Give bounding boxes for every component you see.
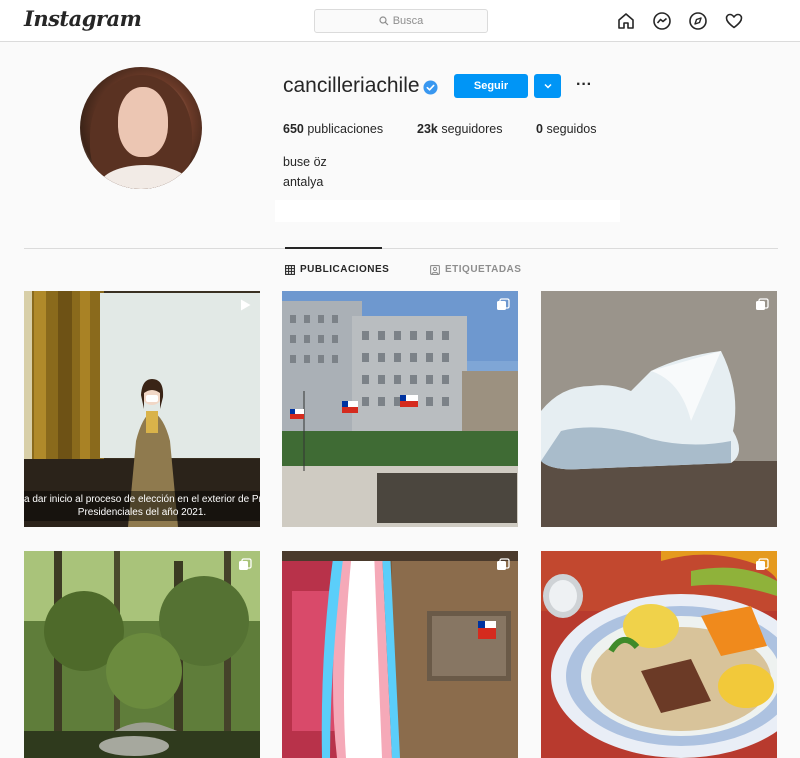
instagram-logo[interactable]: Instagram <box>24 6 142 31</box>
tab-publicaciones[interactable]: PUBLICACIONES <box>285 264 389 275</box>
carousel-icon <box>497 558 510 570</box>
verified-badge-icon <box>423 80 438 95</box>
post-image <box>24 551 260 758</box>
suggested-accounts-button[interactable] <box>534 74 561 98</box>
posts-label: publicaciones <box>307 122 384 136</box>
tab-label: ETIQUETADAS <box>445 264 522 275</box>
followers-stat[interactable]: 23k seguidores <box>417 122 536 136</box>
followers-label: seguidores <box>441 122 503 136</box>
home-icon[interactable] <box>616 11 636 31</box>
post-image <box>282 291 518 527</box>
grid-icon <box>285 264 295 275</box>
redacted-bio-line <box>275 200 620 222</box>
search-icon <box>379 16 389 26</box>
followers-count: 23k <box>417 122 438 136</box>
video-icon <box>241 299 251 311</box>
tabs-divider <box>24 248 778 249</box>
tab-label: PUBLICACIONES <box>300 264 390 275</box>
profile-stats: 650 publicaciones 23k seguidores 0 segui… <box>283 122 596 136</box>
search-placeholder: Busca <box>392 15 424 27</box>
chevron-down-icon <box>543 83 552 89</box>
caption-line: Presidenciales del año 2021. <box>77 507 207 518</box>
post-image <box>541 291 777 527</box>
active-tab-indicator <box>285 247 382 249</box>
tagged-icon <box>430 264 440 275</box>
post-tile[interactable] <box>282 551 518 758</box>
post-caption: a dar inicio al proceso de elección en e… <box>24 491 260 521</box>
following-label: seguidos <box>546 122 597 136</box>
post-tile[interactable]: a dar inicio al proceso de elección en e… <box>24 291 260 527</box>
carousel-icon <box>497 298 510 310</box>
post-tile[interactable] <box>24 551 260 758</box>
follow-button[interactable]: Seguir <box>454 74 528 98</box>
bio-full-name: buse öz <box>283 155 327 169</box>
post-tile[interactable] <box>541 551 777 758</box>
post-tile[interactable] <box>282 291 518 527</box>
following-stat[interactable]: 0 seguidos <box>536 122 596 136</box>
profile-username: cancilleriachile <box>283 74 420 97</box>
profile-avatar[interactable] <box>80 67 202 189</box>
search-input[interactable]: Busca <box>314 9 488 33</box>
messenger-icon[interactable] <box>652 11 672 31</box>
tab-etiquetadas[interactable]: ETIQUETADAS <box>430 264 521 275</box>
post-tile[interactable] <box>541 291 777 527</box>
following-count: 0 <box>536 122 543 136</box>
bio-location: antalya <box>283 175 324 189</box>
top-navigation-bar: Instagram Busca <box>0 0 800 42</box>
nav-icons <box>616 11 744 31</box>
post-image <box>541 551 777 758</box>
more-options-button[interactable]: ··· <box>574 76 594 96</box>
carousel-icon <box>756 298 769 310</box>
heart-icon[interactable] <box>724 11 744 31</box>
posts-count: 650 <box>283 122 304 136</box>
explore-icon[interactable] <box>688 11 708 31</box>
posts-stat: 650 publicaciones <box>283 122 417 136</box>
carousel-icon <box>756 558 769 570</box>
avatar-face <box>118 87 168 157</box>
caption-line: a dar inicio al proceso de elección en e… <box>24 494 260 505</box>
post-image <box>282 551 518 758</box>
carousel-icon <box>239 558 252 570</box>
